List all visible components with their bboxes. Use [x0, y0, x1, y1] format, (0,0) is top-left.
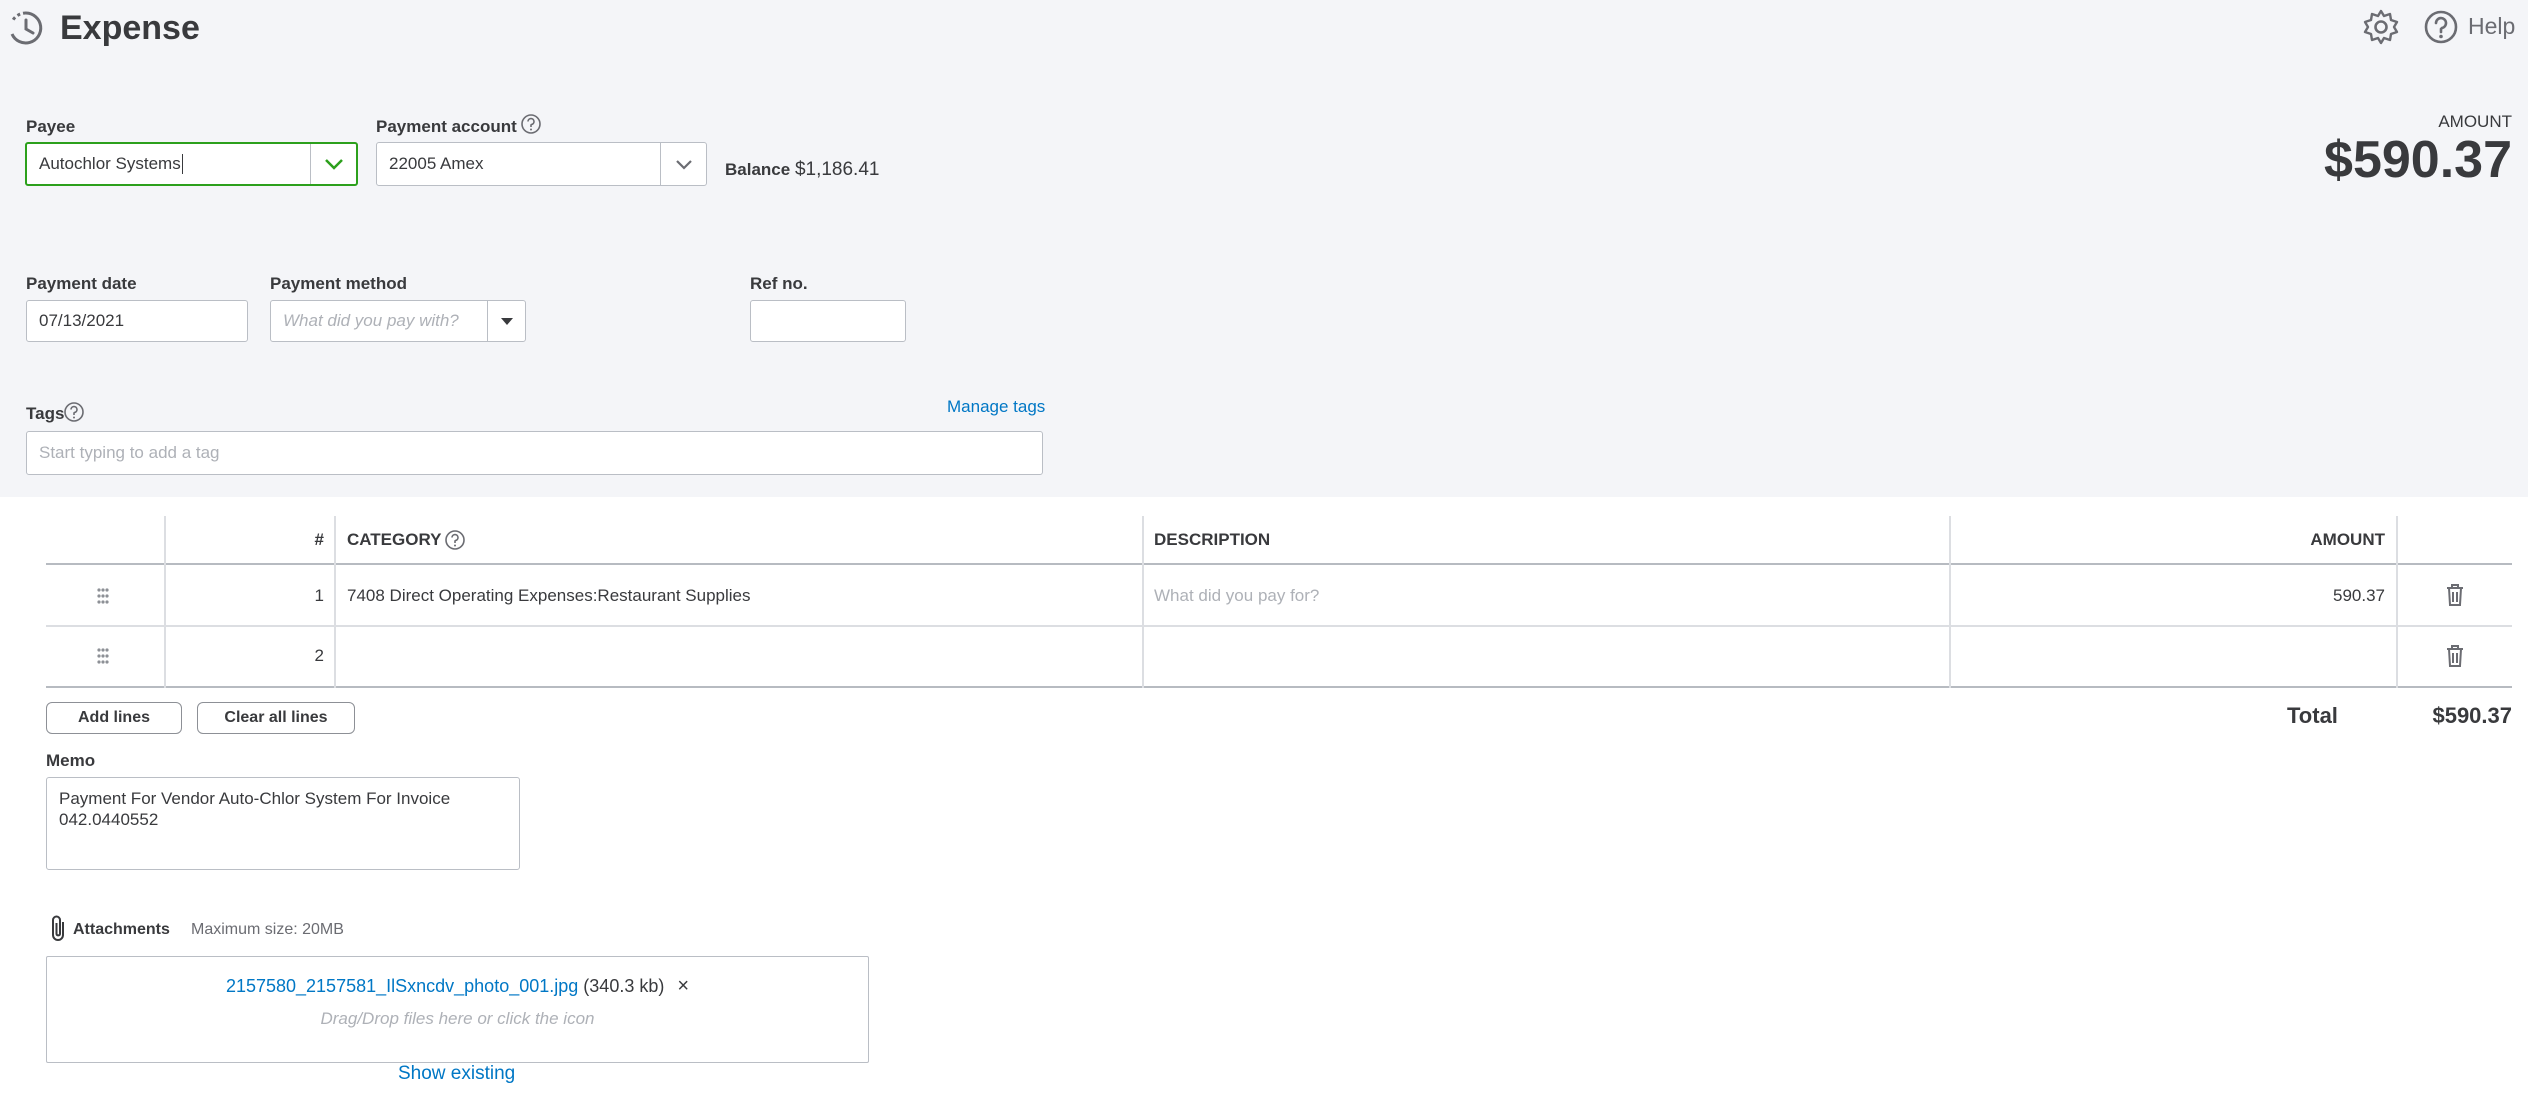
attachment-file-size: (340.3 kb)	[583, 976, 665, 996]
header-num: #	[314, 530, 324, 549]
attachments-label: Attachments	[73, 921, 170, 938]
row-category[interactable]: 7408 Direct Operating Expenses:Restauran…	[347, 586, 751, 606]
help-circle-icon[interactable]	[520, 113, 542, 135]
payment-method-field[interactable]: What did you pay with?	[270, 300, 526, 342]
memo-label: Memo	[46, 751, 96, 770]
ref-no-field[interactable]	[750, 300, 906, 342]
row-number: 1	[314, 586, 324, 605]
payee-dropdown-button[interactable]	[310, 144, 356, 184]
page-title: Expense	[60, 9, 200, 47]
attachment-dropzone[interactable]: 2157580_2157581_IlSxncdv_photo_001.jpg (…	[46, 956, 869, 1063]
add-lines-button[interactable]: Add lines	[46, 702, 182, 734]
caret-down-icon	[500, 317, 513, 325]
attachment-file-link[interactable]: 2157580_2157581_IlSxncdv_photo_001.jpg	[226, 976, 578, 996]
total-label: Total	[2287, 703, 2338, 728]
table-header-divider	[46, 563, 2512, 565]
amount-value: $590.37	[2324, 131, 2512, 189]
header-panel	[0, 0, 2528, 497]
table-bottom-divider	[46, 686, 2512, 688]
trash-icon[interactable]	[2445, 583, 2465, 607]
row-amount[interactable]: 590.37	[1949, 586, 2385, 606]
tags-label: Tags	[26, 404, 65, 423]
memo-textarea[interactable]: Payment For Vendor Auto-Chlor System For…	[46, 777, 520, 870]
remove-attachment-icon[interactable]: ×	[677, 975, 689, 997]
help-circle-icon[interactable]	[63, 401, 85, 423]
payment-method-dropdown-button[interactable]	[487, 301, 525, 341]
manage-tags-link[interactable]: Manage tags	[947, 397, 1045, 417]
col-divider	[2396, 516, 2398, 688]
chevron-down-icon	[324, 159, 343, 170]
payment-account-value: 22005 Amex	[389, 154, 484, 173]
payee-field[interactable]: Autochlor Systems	[25, 142, 358, 186]
attachment-file-row: 2157580_2157581_IlSxncdv_photo_001.jpg (…	[47, 975, 868, 998]
dropzone-hint: Drag/Drop files here or click the icon	[320, 1009, 595, 1028]
balance-label: Balance	[725, 160, 791, 179]
header-description: DESCRIPTION	[1154, 530, 1271, 549]
balance-display: Balance $1,186.41	[725, 159, 879, 181]
row-divider	[46, 625, 2512, 627]
tags-placeholder: Start typing to add a tag	[39, 443, 220, 462]
drag-handle-icon[interactable]	[96, 647, 110, 665]
total-value: $590.37	[2432, 703, 2512, 728]
header-category: CATEGORY	[347, 530, 442, 549]
gear-icon[interactable]	[2362, 8, 2400, 46]
payee-label: Payee	[26, 117, 76, 136]
text-cursor	[181, 154, 183, 174]
tags-input[interactable]: Start typing to add a tag	[26, 431, 1043, 475]
ref-no-label: Ref no.	[750, 274, 808, 293]
col-divider	[1142, 516, 1144, 688]
header-amount: AMOUNT	[2310, 530, 2385, 549]
payment-method-placeholder: What did you pay with?	[283, 311, 459, 330]
help-circle-icon[interactable]	[2422, 8, 2460, 46]
recent-transactions-icon[interactable]	[6, 8, 46, 48]
trash-icon[interactable]	[2445, 644, 2465, 668]
max-size-note: Maximum size: 20MB	[191, 921, 344, 938]
help-circle-icon[interactable]	[444, 529, 466, 551]
row-description[interactable]: What did you pay for?	[1154, 586, 1319, 606]
paperclip-icon	[52, 915, 64, 941]
payment-method-label: Payment method	[270, 274, 407, 293]
payee-value: Autochlor Systems	[39, 154, 181, 173]
show-existing-link[interactable]: Show existing	[398, 1063, 515, 1085]
payment-date-field[interactable]: 07/13/2021	[26, 300, 248, 342]
payment-account-label: Payment account	[376, 117, 517, 136]
col-divider	[334, 516, 336, 688]
payment-account-field[interactable]: 22005 Amex	[376, 142, 707, 186]
balance-value: $1,186.41	[794, 159, 880, 180]
payment-account-dropdown-button[interactable]	[660, 143, 706, 185]
amount-label: AMOUNT	[2438, 112, 2512, 131]
clear-all-lines-button[interactable]: Clear all lines	[197, 702, 355, 734]
drag-handle-icon[interactable]	[96, 587, 110, 605]
help-label[interactable]: Help	[2468, 13, 2515, 40]
chevron-down-icon	[675, 159, 692, 170]
payment-date-value: 07/13/2021	[39, 311, 125, 330]
row-number: 2	[314, 646, 324, 665]
payment-date-label: Payment date	[26, 274, 137, 293]
